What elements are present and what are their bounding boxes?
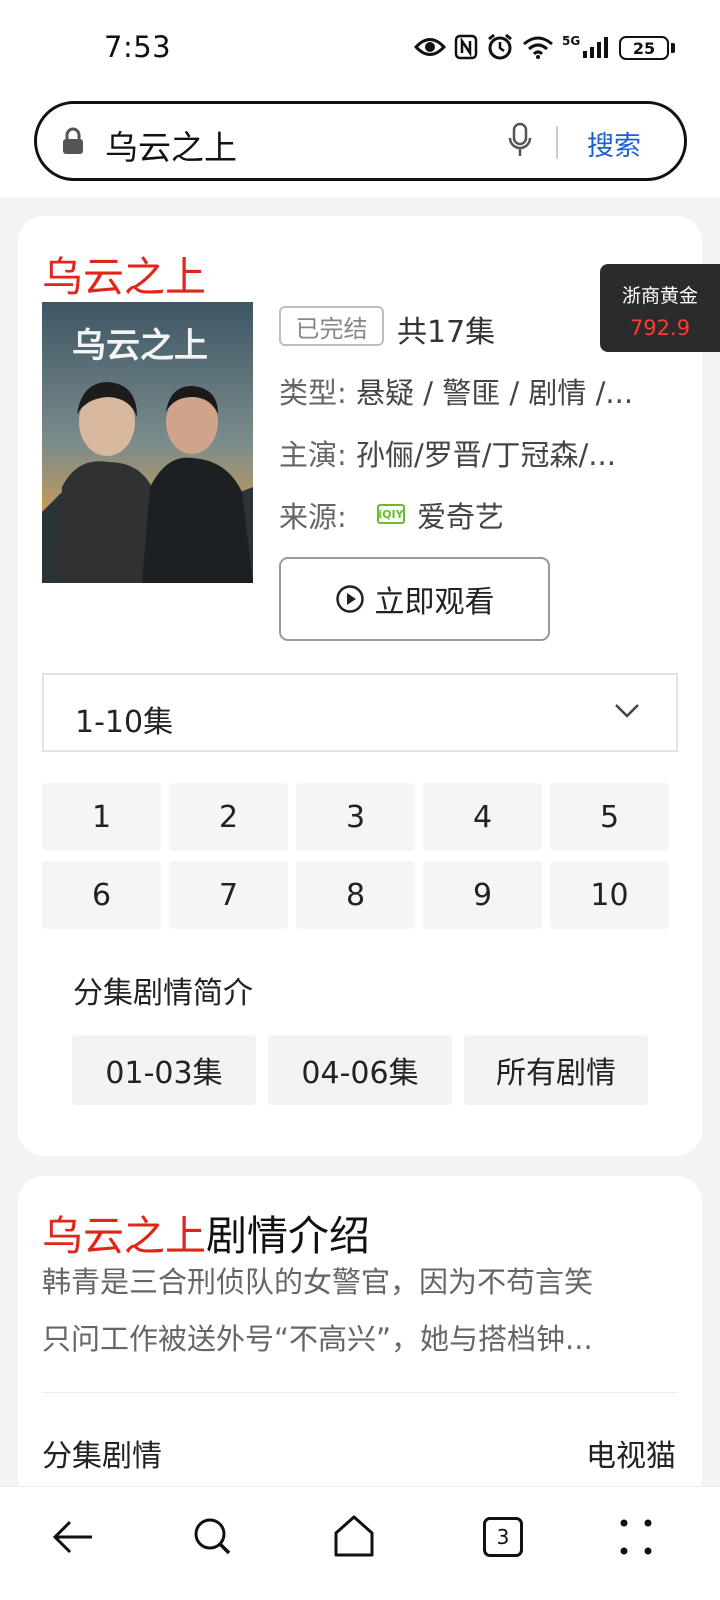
synopsis-heading: 分集剧情简介 xyxy=(73,976,253,1011)
episode-button[interactable]: 5 xyxy=(550,783,669,851)
completed-badge: 已完结 xyxy=(279,306,384,346)
episode-button[interactable]: 8 xyxy=(296,861,415,929)
alarm-icon xyxy=(488,33,512,60)
plot-summary-line-2: 只问工作被送外号“不高兴”，她与搭档钟... xyxy=(42,1322,593,1356)
show-poster[interactable]: 乌云之上 xyxy=(42,302,253,583)
signal-icon xyxy=(583,37,609,58)
source-label: 来源: xyxy=(279,500,347,534)
synopsis-button-01-03[interactable]: 01-03集 xyxy=(72,1035,256,1105)
episode-button[interactable]: 7 xyxy=(169,861,288,929)
episode-plot-source: 电视猫 xyxy=(586,1439,676,1474)
status-bar: 7:53 5G 25 xyxy=(0,0,720,96)
genre-line: 类型: 悬疑 / 警匪 / 剧情 /... xyxy=(279,370,679,412)
episode-button[interactable]: 3 xyxy=(296,783,415,851)
watch-now-button[interactable]: 立即观看 xyxy=(279,557,550,641)
search-divider xyxy=(556,126,558,159)
gold-price-label: 浙商黄金 xyxy=(621,285,698,307)
search-input[interactable]: 乌云之上 xyxy=(105,121,237,169)
microphone-icon[interactable] xyxy=(508,122,532,160)
battery-level: 25 xyxy=(632,38,656,58)
cast-value: 孙俪/罗晋/丁冠森/... xyxy=(356,438,616,472)
play-icon xyxy=(335,585,364,613)
plot-summary-line-1: 韩青是三合刑侦队的女警官，因为不苟言笑 xyxy=(42,1265,594,1299)
poster-image: 乌云之上 xyxy=(42,302,253,583)
genre-value: 悬疑 / 警匪 / 剧情 /... xyxy=(356,376,634,410)
wifi-icon xyxy=(523,36,553,59)
poster-title-art: 乌云之上 xyxy=(72,326,208,366)
show-title[interactable]: 乌云之上 xyxy=(42,243,206,303)
lock-icon xyxy=(63,127,83,154)
status-icons: 5G xyxy=(414,30,612,64)
tab-count: 3 xyxy=(496,1525,510,1549)
search-bar[interactable]: 乌云之上 搜索 xyxy=(34,101,687,181)
tabs-icon[interactable]: 3 xyxy=(483,1517,523,1557)
network-type-label: 5G xyxy=(562,34,581,48)
home-icon[interactable] xyxy=(332,1511,376,1563)
card-divider xyxy=(42,1392,678,1393)
episode-button[interactable]: 2 xyxy=(169,783,288,851)
synopsis-button-all[interactable]: 所有剧情 xyxy=(464,1035,648,1105)
synopsis-button-04-06[interactable]: 04-06集 xyxy=(268,1035,452,1105)
gold-price-value: 792.9 xyxy=(629,316,691,340)
plot-title[interactable]: 乌云之上剧情介绍 xyxy=(42,1202,370,1262)
episode-button[interactable]: 10 xyxy=(550,861,669,929)
episode-button[interactable]: 4 xyxy=(423,783,542,851)
cast-label: 主演: xyxy=(279,438,347,472)
plot-title-show: 乌云之上 xyxy=(42,1212,206,1260)
episode-button[interactable]: 9 xyxy=(423,861,542,929)
iqiyi-logo-icon: iQIY xyxy=(377,504,405,524)
battery-indicator: 25 xyxy=(619,36,669,60)
chevron-down-icon xyxy=(615,704,639,718)
episode-range-label: 1-10集 xyxy=(75,705,174,740)
bottom-navigation: 3 xyxy=(0,1486,720,1600)
battery-tip xyxy=(671,43,675,53)
status-time: 7:53 xyxy=(104,30,172,64)
back-arrow-icon[interactable] xyxy=(52,1511,94,1563)
cast-line: 主演: 孙俪/罗晋/丁冠森/... xyxy=(279,432,679,474)
gold-price-widget[interactable]: 浙商黄金 792.9 xyxy=(600,264,720,352)
source-name[interactable]: 爱奇艺 xyxy=(417,494,504,536)
menu-dots-icon[interactable] xyxy=(618,1511,654,1563)
genre-label: 类型: xyxy=(279,376,347,410)
episode-button[interactable]: 6 xyxy=(42,861,161,929)
nfc-icon xyxy=(454,34,478,60)
plot-title-suffix: 剧情介绍 xyxy=(206,1212,370,1260)
watch-now-label: 立即观看 xyxy=(374,585,495,620)
search-icon[interactable] xyxy=(192,1511,234,1563)
episode-range-select[interactable]: 1-10集 xyxy=(42,673,678,752)
search-button[interactable]: 搜索 xyxy=(587,124,641,163)
episode-total: 共17集 xyxy=(397,315,496,350)
eye-icon xyxy=(414,38,446,56)
episode-plot-link[interactable]: 分集剧情 xyxy=(42,1431,162,1475)
episode-button[interactable]: 1 xyxy=(42,783,161,851)
